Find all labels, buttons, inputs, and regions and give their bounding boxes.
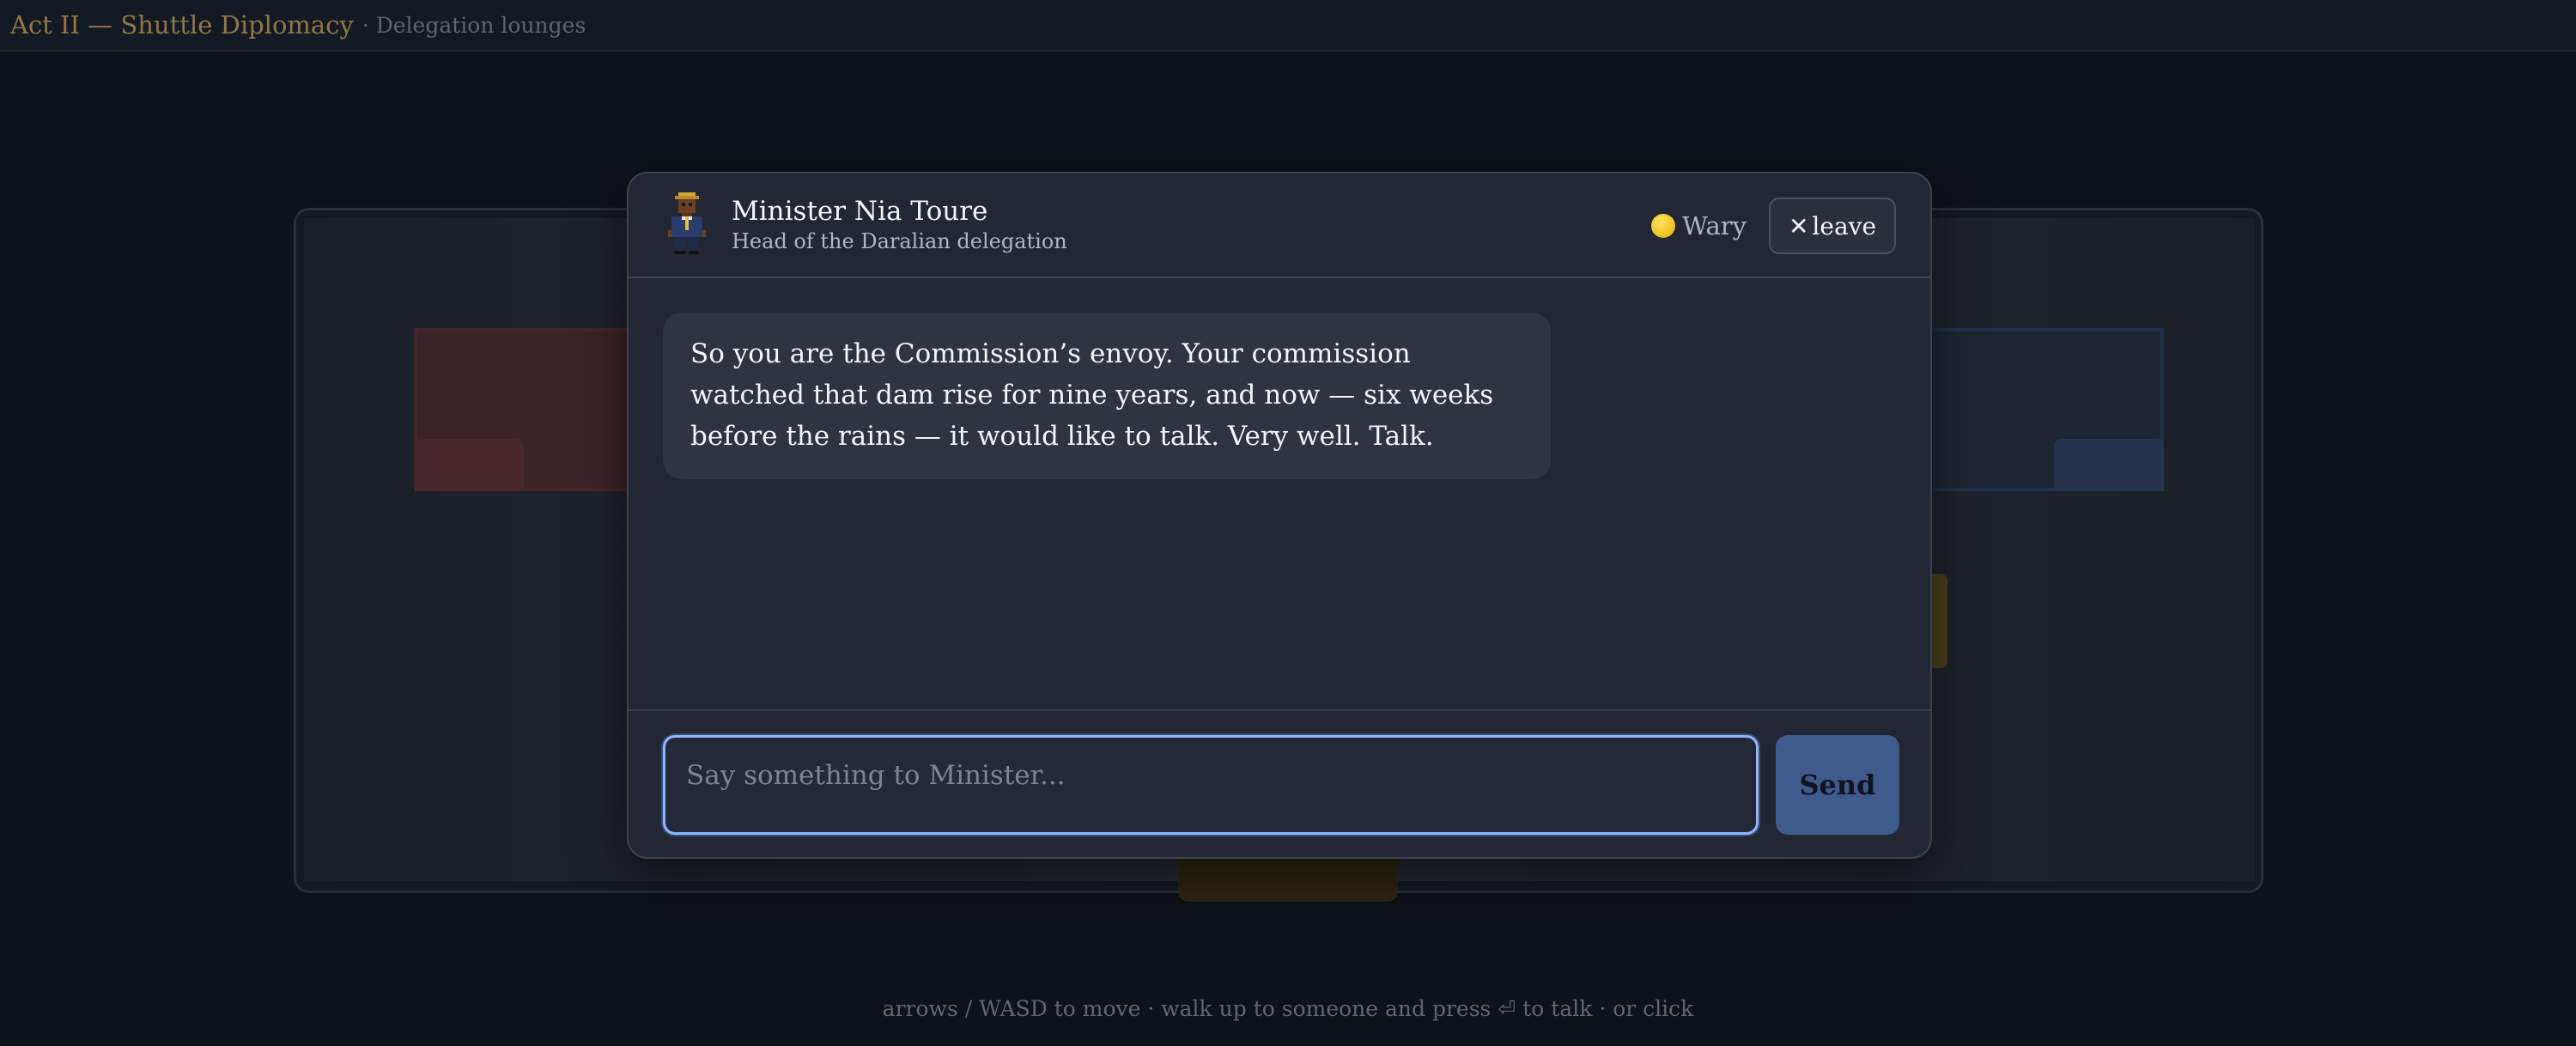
leave-label: leave (1812, 211, 1877, 240)
npc-message-bubble: So you are the Commission’s envoy. Your … (663, 313, 1551, 479)
npc-title: Head of the Daralian delegation (732, 229, 1067, 253)
scene-label: · Delegation lounges (361, 12, 586, 38)
dialog-modal: Minister Nia Toure Head of the Daralian … (627, 172, 1932, 859)
red-armchair (416, 439, 524, 491)
chat-log[interactable]: So you are the Commission’s envoy. Your … (629, 278, 1930, 711)
controls-hint: arrows / WASD to move · walk up to someo… (882, 996, 1694, 1021)
dialog-header: Minister Nia Toure Head of the Daralian … (629, 173, 1930, 278)
leave-button[interactable]: ✕ leave (1769, 198, 1896, 254)
lounge-table (1178, 859, 1398, 902)
top-bar: Act II — Shuttle Diplomacy · Delegation … (0, 0, 2576, 52)
yellow-circle-icon (1651, 214, 1676, 238)
npc-name: Minister Nia Toure (732, 196, 988, 227)
act-title: Act II — Shuttle Diplomacy (10, 10, 354, 40)
send-button[interactable]: Send (1776, 735, 1899, 835)
blue-armchair (2054, 439, 2164, 491)
mood-label: Wary (1682, 211, 1747, 240)
message-composer: Send (629, 711, 1930, 857)
message-input[interactable] (663, 735, 1759, 835)
close-icon: ✕ (1788, 211, 1809, 240)
pixel-minister-portrait-icon (668, 192, 706, 254)
mood-indicator: Wary (1651, 211, 1747, 240)
